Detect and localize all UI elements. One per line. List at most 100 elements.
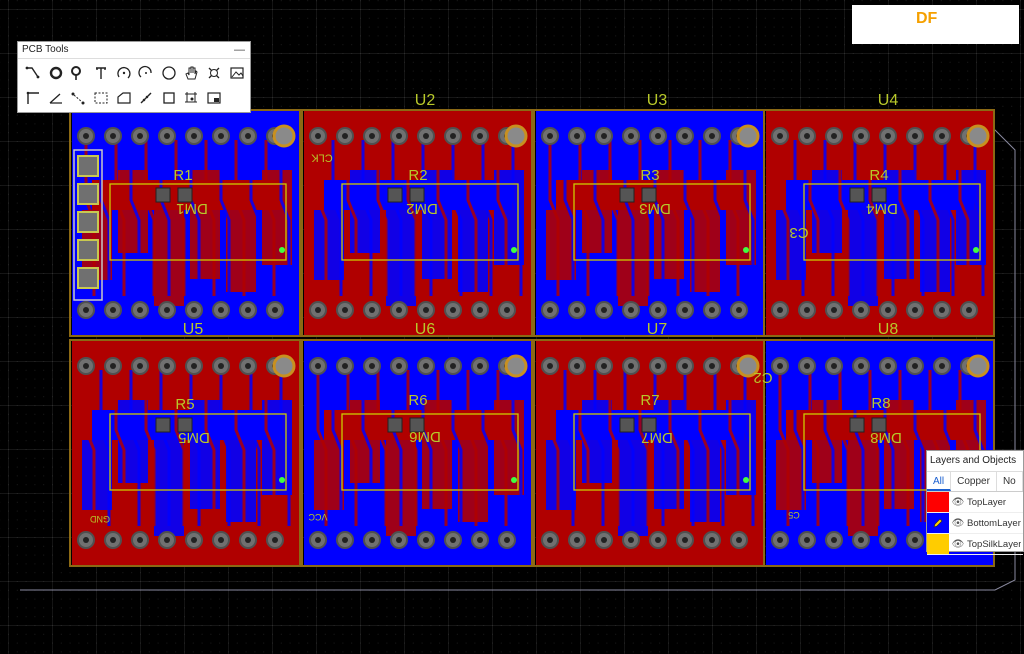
- arc-center-tool[interactable]: [135, 62, 158, 84]
- pad-hole[interactable]: [628, 363, 634, 369]
- pad-hole[interactable]: [682, 363, 688, 369]
- pad-hole[interactable]: [547, 307, 553, 313]
- module-7[interactable]: [533, 339, 765, 567]
- pad-hole[interactable]: [342, 133, 348, 139]
- pad-hole[interactable]: [574, 133, 580, 139]
- pad-hole[interactable]: [191, 133, 197, 139]
- pad-hole[interactable]: [423, 307, 429, 313]
- angle-tool[interactable]: [45, 87, 68, 109]
- move-hand-tool[interactable]: [180, 62, 203, 84]
- pad-hole[interactable]: [342, 537, 348, 543]
- smd-pad[interactable]: [177, 187, 193, 203]
- pad-tool[interactable]: [67, 62, 90, 84]
- smd-pad[interactable]: [849, 417, 865, 433]
- pad-hole[interactable]: [110, 363, 116, 369]
- smd-pad[interactable]: [155, 187, 171, 203]
- pad-hole[interactable]: [191, 307, 197, 313]
- smd-pad[interactable]: [387, 187, 403, 203]
- pad-hole[interactable]: [777, 537, 783, 543]
- mount-hole[interactable]: [272, 354, 296, 378]
- pad-hole[interactable]: [396, 307, 402, 313]
- pad-hole[interactable]: [912, 363, 918, 369]
- measure-tool[interactable]: [135, 87, 158, 109]
- via-tool[interactable]: [45, 62, 68, 84]
- mount-hole[interactable]: [504, 354, 528, 378]
- pad-hole[interactable]: [804, 307, 810, 313]
- pad-hole[interactable]: [547, 537, 553, 543]
- mount-hole[interactable]: [272, 124, 296, 148]
- canvas-origin-tool[interactable]: [180, 87, 203, 109]
- eye-icon[interactable]: 👁: [949, 497, 967, 508]
- pad-hole[interactable]: [912, 307, 918, 313]
- rect-tool[interactable]: [158, 87, 181, 109]
- pad-hole[interactable]: [736, 307, 742, 313]
- pad-hole[interactable]: [369, 537, 375, 543]
- pad-hole[interactable]: [423, 537, 429, 543]
- pad-hole[interactable]: [574, 537, 580, 543]
- tab-copper[interactable]: Copper: [951, 472, 997, 491]
- circle-tool[interactable]: [158, 62, 181, 84]
- connector-pin[interactable]: [77, 155, 99, 177]
- pad-hole[interactable]: [912, 133, 918, 139]
- route-track-tool[interactable]: [22, 62, 45, 84]
- pad-hole[interactable]: [655, 307, 661, 313]
- pad-hole[interactable]: [423, 363, 429, 369]
- pad-hole[interactable]: [777, 363, 783, 369]
- layer-color-swatch[interactable]: [927, 513, 949, 533]
- pad-hole[interactable]: [137, 307, 143, 313]
- pad-hole[interactable]: [191, 537, 197, 543]
- mount-hole[interactable]: [966, 354, 990, 378]
- dimension-tool[interactable]: [67, 87, 90, 109]
- pad-hole[interactable]: [601, 537, 607, 543]
- smd-pad[interactable]: [619, 187, 635, 203]
- pad-hole[interactable]: [315, 133, 321, 139]
- pad-hole[interactable]: [245, 537, 251, 543]
- marker-dot[interactable]: [743, 477, 749, 483]
- pad-hole[interactable]: [83, 363, 89, 369]
- rect-dashed-tool[interactable]: [90, 87, 113, 109]
- pad-hole[interactable]: [574, 307, 580, 313]
- pad-hole[interactable]: [804, 363, 810, 369]
- pad-hole[interactable]: [110, 133, 116, 139]
- pad-hole[interactable]: [831, 363, 837, 369]
- pad-hole[interactable]: [804, 537, 810, 543]
- pad-hole[interactable]: [601, 363, 607, 369]
- pad-hole[interactable]: [804, 133, 810, 139]
- pad-hole[interactable]: [504, 307, 510, 313]
- polygon-tool[interactable]: [112, 87, 135, 109]
- pad-hole[interactable]: [655, 363, 661, 369]
- pad-hole[interactable]: [682, 133, 688, 139]
- layer-color-swatch[interactable]: [927, 534, 949, 554]
- pad-hole[interactable]: [831, 133, 837, 139]
- module-4[interactable]: [763, 109, 995, 337]
- pad-hole[interactable]: [655, 537, 661, 543]
- pad-hole[interactable]: [315, 537, 321, 543]
- connector-pin[interactable]: [77, 239, 99, 261]
- pad-hole[interactable]: [547, 363, 553, 369]
- pad-hole[interactable]: [83, 307, 89, 313]
- pad-hole[interactable]: [858, 363, 864, 369]
- smd-pad[interactable]: [619, 417, 635, 433]
- smd-pad[interactable]: [849, 187, 865, 203]
- pad-hole[interactable]: [477, 537, 483, 543]
- pad-hole[interactable]: [450, 133, 456, 139]
- pad-hole[interactable]: [885, 307, 891, 313]
- smd-pad[interactable]: [871, 187, 887, 203]
- connector-pin[interactable]: [77, 267, 99, 289]
- pad-hole[interactable]: [477, 133, 483, 139]
- pad-hole[interactable]: [601, 307, 607, 313]
- text-tool[interactable]: [90, 62, 113, 84]
- layer-color-swatch[interactable]: [927, 492, 949, 512]
- pad-hole[interactable]: [164, 363, 170, 369]
- corner-tool[interactable]: [22, 87, 45, 109]
- pad-hole[interactable]: [858, 537, 864, 543]
- pad-hole[interactable]: [777, 307, 783, 313]
- pad-hole[interactable]: [831, 537, 837, 543]
- pad-hole[interactable]: [574, 363, 580, 369]
- pad-hole[interactable]: [885, 133, 891, 139]
- pad-hole[interactable]: [450, 363, 456, 369]
- marker-dot[interactable]: [511, 247, 517, 253]
- pad-hole[interactable]: [709, 133, 715, 139]
- pad-hole[interactable]: [858, 307, 864, 313]
- pad-hole[interactable]: [939, 307, 945, 313]
